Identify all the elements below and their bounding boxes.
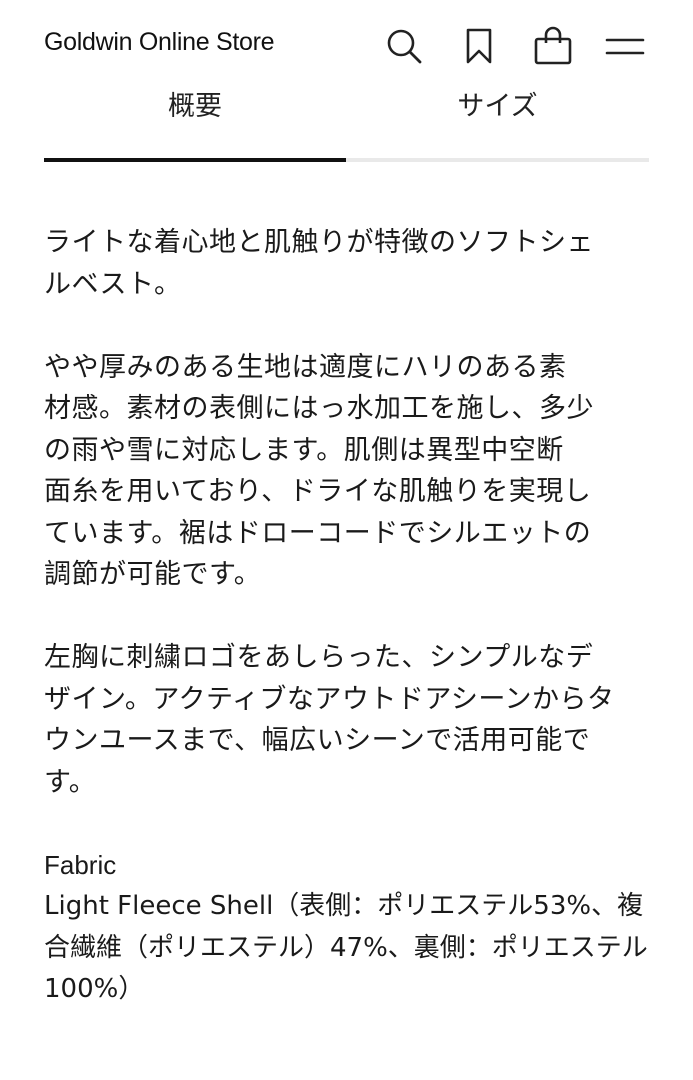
product-description: ライトな着心地と肌触りが特徴のソフトシェ ルベスト。 やや厚みのある生地は適度に… [44, 222, 656, 1011]
tab-size[interactable]: サイズ [346, 82, 649, 160]
site-header: Goldwin Online Store [0, 0, 693, 92]
fabric-text: Light Fleece Shell（表側：ポリエステル53%、複 合繊維（ポリ… [44, 891, 648, 1004]
tab-active-indicator [44, 158, 346, 162]
brand-logo[interactable]: Goldwin Online Store [44, 28, 275, 57]
product-tabs: 概要 サイズ [44, 82, 649, 162]
bag-icon[interactable] [531, 24, 575, 68]
tab-overview[interactable]: 概要 [44, 82, 346, 160]
bookmark-icon[interactable] [457, 24, 501, 68]
description-paragraph: やや厚みのある生地は適度にハリのある素 材感。素材の表側にはっ水加工を施し、多少… [44, 351, 594, 591]
fabric-heading: Fabric [44, 849, 117, 880]
description-paragraph: 左胸に刺繍ロゴをあしらった、シンプルなデ ザイン。アクティブなアウトドアシーンか… [44, 642, 615, 798]
description-paragraph: ライトな着心地と肌触りが特徴のソフトシェ ルベスト。 [44, 227, 594, 300]
menu-icon[interactable] [603, 24, 647, 68]
search-icon[interactable] [382, 24, 426, 68]
